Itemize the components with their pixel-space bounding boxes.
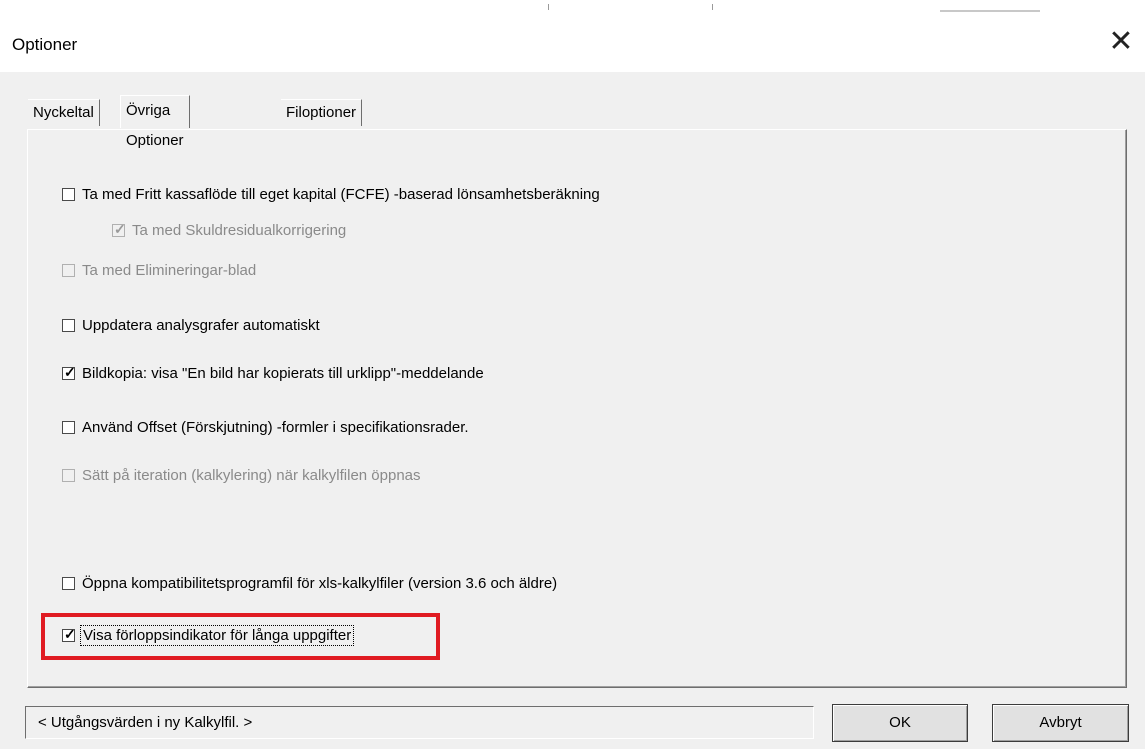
checkbox[interactable]: ✓ xyxy=(62,363,76,380)
cancel-button[interactable]: Avbryt xyxy=(992,704,1129,742)
options-panel xyxy=(27,129,1127,688)
option-label: Öppna kompatibilitetsprogramfil för xls-… xyxy=(82,574,558,592)
option-image-copy-message[interactable]: ✓ Bildkopia: visa "En bild har kopierats… xyxy=(62,362,484,384)
tab-filoptioner[interactable]: Filoptioner xyxy=(281,99,363,126)
ok-button[interactable]: OK xyxy=(832,704,968,742)
option-label: Sätt på iteration (kalkylering) när kalk… xyxy=(82,466,421,484)
option-elimineringar[interactable]: Ta med Elimineringar-blad xyxy=(62,259,256,281)
tab-ovriga-optioner[interactable]: Övriga Optioner xyxy=(120,95,190,149)
checkbox[interactable] xyxy=(62,468,75,482)
tab-nyckeltal[interactable]: Nyckeltal xyxy=(28,99,100,126)
checkbox[interactable] xyxy=(62,187,75,201)
option-fcfe[interactable]: Ta med Fritt kassaflöde till eget kapita… xyxy=(62,183,600,205)
option-xls-compat[interactable]: Öppna kompatibilitetsprogramfil för xls-… xyxy=(62,572,557,594)
option-label: Ta med Elimineringar-blad xyxy=(82,261,257,279)
strip-tick xyxy=(940,10,1040,12)
option-iteration[interactable]: Sätt på iteration (kalkylering) när kalk… xyxy=(62,464,421,486)
option-label: Ta med Fritt kassaflöde till eget kapita… xyxy=(82,185,600,203)
option-label: Bildkopia: visa "En bild har kopierats t… xyxy=(82,364,484,382)
checkbox[interactable] xyxy=(62,263,75,277)
option-label: Använd Offset (Förskjutning) -formler i … xyxy=(82,418,469,436)
highlight-box xyxy=(41,613,440,660)
checkbox[interactable] xyxy=(62,420,75,434)
title-bar: Optioner ✕ xyxy=(0,14,1145,72)
checkbox[interactable]: ✓ xyxy=(112,220,126,237)
option-update-graphs[interactable]: Uppdatera analysgrafer automatiskt xyxy=(62,314,320,336)
check-icon: ✓ xyxy=(114,220,126,237)
option-label: Uppdatera analysgrafer automatiskt xyxy=(82,316,320,334)
defaults-button[interactable]: < Utgångsvärden i ny Kalkylfil. > xyxy=(25,706,814,739)
checkbox[interactable] xyxy=(62,576,75,590)
checkbox[interactable] xyxy=(62,318,75,332)
close-icon[interactable]: ✕ xyxy=(1103,24,1139,60)
background-window-strip xyxy=(0,0,1145,14)
option-skuldresidual[interactable]: ✓ Ta med Skuldresidualkorrigering xyxy=(112,219,346,241)
option-offset-formulas[interactable]: Använd Offset (Förskjutning) -formler i … xyxy=(62,416,469,438)
window-title: Optioner xyxy=(12,35,78,54)
strip-tick xyxy=(712,4,713,10)
strip-tick xyxy=(548,4,549,10)
option-label: Ta med Skuldresidualkorrigering xyxy=(132,221,347,239)
check-icon: ✓ xyxy=(64,363,76,380)
